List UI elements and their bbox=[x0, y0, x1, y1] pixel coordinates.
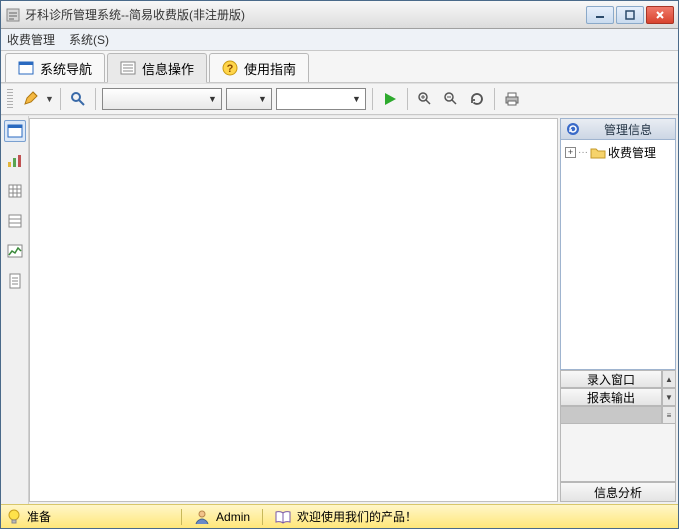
table-button[interactable] bbox=[4, 210, 26, 232]
edit-button[interactable] bbox=[19, 88, 41, 110]
scroll-up-button[interactable]: ▲ bbox=[663, 371, 675, 387]
dropdown-arrow-icon[interactable]: ▼ bbox=[45, 94, 54, 104]
status-bar: 准备 Admin 欢迎使用我们的产品！ bbox=[1, 504, 678, 528]
chevron-down-icon: ▼ bbox=[352, 94, 361, 104]
tab-label: 系统导航 bbox=[40, 59, 92, 78]
tab-scroll: ▲ bbox=[662, 370, 676, 388]
status-welcome: 欢迎使用我们的产品！ bbox=[275, 508, 417, 525]
zoom-in-button[interactable] bbox=[414, 88, 436, 110]
close-button[interactable] bbox=[646, 6, 674, 24]
tab-scroll: ≡ bbox=[662, 406, 676, 424]
window-icon bbox=[18, 60, 34, 76]
tab-guide[interactable]: ? 使用指南 bbox=[209, 53, 309, 82]
right-panel: 管理信息 + ··· 收费管理 录入窗口 ▲ bbox=[560, 118, 676, 502]
combo-1[interactable]: ▼ bbox=[102, 88, 222, 110]
svg-text:?: ? bbox=[227, 63, 234, 75]
scroll-grip[interactable]: ≡ bbox=[663, 407, 675, 423]
tab-label: 报表输出 bbox=[587, 389, 635, 406]
tree-expand-icon[interactable]: + bbox=[565, 147, 576, 158]
menu-item-system[interactable]: 系统(S) bbox=[69, 31, 109, 48]
dots-icon: ··· bbox=[578, 147, 588, 158]
minimize-button[interactable] bbox=[586, 6, 614, 24]
tab-report-output[interactable]: 报表输出 bbox=[560, 388, 662, 406]
status-user-label: Admin bbox=[216, 510, 250, 524]
help-icon: ? bbox=[222, 60, 238, 76]
search-button[interactable] bbox=[67, 88, 89, 110]
chart-bars-button[interactable] bbox=[4, 150, 26, 172]
window-title: 牙科诊所管理系统--简易收费版(非注册版) bbox=[25, 6, 586, 23]
separator bbox=[60, 88, 61, 110]
separator bbox=[494, 88, 495, 110]
tab-entry-window[interactable]: 录入窗口 bbox=[560, 370, 662, 388]
right-panel-title: 管理信息 bbox=[585, 121, 671, 138]
toolbar: ▼ ▼ ▼ ▼ bbox=[1, 83, 678, 115]
zoom-out-button[interactable] bbox=[440, 88, 462, 110]
tab-empty[interactable] bbox=[560, 406, 662, 424]
status-welcome-label: 欢迎使用我们的产品！ bbox=[297, 508, 417, 525]
tab-label: 信息操作 bbox=[142, 59, 194, 78]
status-divider bbox=[181, 509, 182, 525]
line-chart-button[interactable] bbox=[4, 240, 26, 262]
refresh-button[interactable] bbox=[466, 88, 488, 110]
tab-system-nav[interactable]: 系统导航 bbox=[5, 53, 105, 82]
menu-bar: 收费管理 系统(S) bbox=[1, 29, 678, 51]
content-pane bbox=[29, 118, 558, 502]
tab-info-ops[interactable]: 信息操作 bbox=[107, 53, 207, 83]
folder-icon bbox=[590, 147, 606, 159]
right-panel-body bbox=[560, 424, 676, 482]
separator bbox=[95, 88, 96, 110]
user-icon bbox=[194, 509, 210, 525]
tab-scroll: ▼ bbox=[662, 388, 676, 406]
list-icon bbox=[120, 60, 136, 76]
tab-label: 使用指南 bbox=[244, 59, 296, 78]
status-ready-label: 准备 bbox=[27, 508, 51, 525]
right-panel-header: 管理信息 bbox=[560, 118, 676, 140]
status-divider bbox=[262, 509, 263, 525]
right-panel-tabs: 录入窗口 ▲ 报表输出 ▼ ≡ bbox=[560, 370, 676, 424]
document-button[interactable] bbox=[4, 270, 26, 292]
tab-info-analysis[interactable]: 信息分析 bbox=[560, 482, 676, 502]
combo-3[interactable]: ▼ bbox=[276, 88, 366, 110]
chevron-down-icon: ▼ bbox=[208, 94, 217, 104]
run-button[interactable] bbox=[379, 88, 401, 110]
combo-2[interactable]: ▼ bbox=[226, 88, 272, 110]
tree-item-label: 收费管理 bbox=[608, 144, 656, 161]
separator bbox=[372, 88, 373, 110]
menu-item-fees[interactable]: 收费管理 bbox=[7, 31, 55, 48]
tab-label: 录入窗口 bbox=[587, 371, 635, 388]
left-toolbar bbox=[1, 116, 29, 504]
toolbar-grip[interactable] bbox=[7, 89, 13, 109]
title-bar: 牙科诊所管理系统--简易收费版(非注册版) bbox=[1, 1, 678, 29]
app-window: 牙科诊所管理系统--简易收费版(非注册版) 收费管理 系统(S) 系统导航 信息… bbox=[0, 0, 679, 529]
status-user: Admin bbox=[194, 509, 250, 525]
app-icon bbox=[5, 7, 21, 23]
scroll-down-button[interactable]: ▼ bbox=[663, 389, 675, 405]
book-icon bbox=[275, 510, 291, 524]
tree-view: + ··· 收费管理 bbox=[560, 140, 676, 370]
grid-button[interactable] bbox=[4, 180, 26, 202]
refresh-icon[interactable] bbox=[565, 121, 581, 137]
chevron-down-icon: ▼ bbox=[258, 94, 267, 104]
status-ready: 准备 bbox=[7, 508, 51, 525]
print-button[interactable] bbox=[501, 88, 523, 110]
lightbulb-icon bbox=[7, 509, 21, 525]
separator bbox=[407, 88, 408, 110]
tab-bar: 系统导航 信息操作 ? 使用指南 bbox=[1, 51, 678, 83]
view-window-button[interactable] bbox=[4, 120, 26, 142]
tree-item-fees[interactable]: + ··· 收费管理 bbox=[565, 144, 671, 161]
tab-label: 信息分析 bbox=[594, 484, 642, 501]
main-area: 管理信息 + ··· 收费管理 录入窗口 ▲ bbox=[1, 115, 678, 504]
window-buttons bbox=[586, 6, 674, 24]
maximize-button[interactable] bbox=[616, 6, 644, 24]
